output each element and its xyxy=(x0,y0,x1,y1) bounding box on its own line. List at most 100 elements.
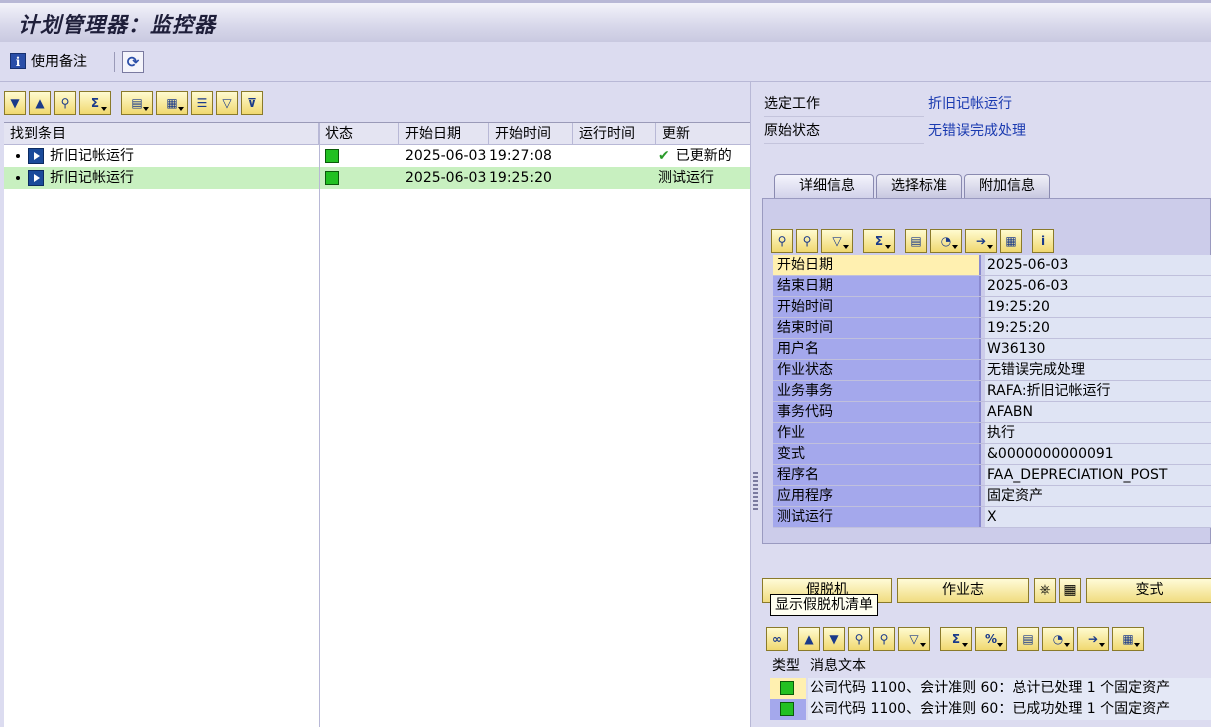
find-next-icon[interactable]: ⚲ xyxy=(796,229,818,253)
filter-icon[interactable]: ▽ xyxy=(821,229,853,253)
details-row: 结束日期 2025-06-03 xyxy=(773,276,1211,297)
layout-icon[interactable]: ▦ xyxy=(1112,627,1144,651)
detail-key: 作业状态 xyxy=(773,360,981,380)
selected-job-label: 选定工作 xyxy=(764,92,924,117)
col-header-type[interactable]: 类型 xyxy=(772,655,800,677)
details-row: 业务事务 RAFA:折旧记帐运行 xyxy=(773,381,1211,402)
layout-icon[interactable]: ▦ xyxy=(156,91,188,115)
tab-additional-info[interactable]: 附加信息 xyxy=(964,174,1050,198)
detail-value: X xyxy=(985,507,1211,527)
sort-asc-icon[interactable]: ▲ xyxy=(798,627,820,651)
details-row: 应用程序 固定资产 xyxy=(773,486,1211,507)
details-row: 变式 &0000000000091 xyxy=(773,444,1211,465)
refresh-icon[interactable]: ⟳ xyxy=(122,51,144,73)
tree-row[interactable]: 折旧记帐运行 2025-06-03 19:27:08 ✔ 已更新的 xyxy=(4,145,750,167)
window-title: 计划管理器：监控器 xyxy=(18,12,216,37)
step-icon[interactable]: ⎈ xyxy=(1034,578,1056,603)
detail-key: 测试运行 xyxy=(773,507,981,527)
info-icon[interactable]: i xyxy=(1032,229,1054,253)
job-tree: 找到条目 状态 开始日期 开始时间 运行时间 更新 折旧记帐运行 2025-06… xyxy=(4,122,750,727)
status-green-icon xyxy=(325,149,339,163)
bullet-icon xyxy=(16,154,20,158)
notes-button-label: 使用备注 xyxy=(31,54,87,70)
details-row: 结束时间 19:25:20 xyxy=(773,318,1211,339)
execute-icon xyxy=(28,148,44,164)
sum-icon[interactable]: Σ xyxy=(940,627,972,651)
tree-row-selected[interactable]: 折旧记帐运行 2025-06-03 19:25:20 测试运行 xyxy=(4,167,750,189)
glasses-icon[interactable]: ∞ xyxy=(766,627,788,651)
find-icon[interactable]: ⚲ xyxy=(771,229,793,253)
message-row[interactable]: 公司代码 1100、会计准则 60：已成功处理 1 个固定资产 xyxy=(770,699,1211,720)
variant-button-label: 变式 xyxy=(1135,582,1164,598)
detail-value: &0000000000091 xyxy=(985,444,1211,464)
column-divider xyxy=(319,123,320,727)
splitter-grip-icon[interactable] xyxy=(753,472,758,512)
sum-icon[interactable]: Σ xyxy=(863,229,895,253)
selected-job-value[interactable]: 折旧记帐运行 xyxy=(928,92,1012,116)
col-header-start-date[interactable]: 开始日期 xyxy=(399,123,489,145)
tree-header: 找到条目 状态 开始日期 开始时间 运行时间 更新 xyxy=(4,123,750,145)
print-icon[interactable]: ▤ xyxy=(905,229,927,253)
status-green-icon xyxy=(780,681,794,695)
collapse-all-icon[interactable]: ▲ xyxy=(29,91,51,115)
job-log-button[interactable]: 作业志 xyxy=(897,578,1029,603)
col-header-message-text[interactable]: 消息文本 xyxy=(810,655,866,677)
status-green-icon xyxy=(325,171,339,185)
start-time: 19:25:20 xyxy=(489,170,552,186)
delete-filter-icon[interactable]: ⊽ xyxy=(241,91,263,115)
print-icon[interactable]: ▤ xyxy=(1017,627,1039,651)
original-status-label: 原始状态 xyxy=(764,119,924,144)
tab-strip: 详细信息 选择标准 附加信息 xyxy=(774,174,1050,198)
col-header-entries[interactable]: 找到条目 xyxy=(4,123,319,145)
layout-icon[interactable]: ▦ xyxy=(1000,229,1022,253)
table-icon[interactable]: ▦ xyxy=(1059,578,1081,603)
detail-key: 事务代码 xyxy=(773,402,981,422)
detail-value: W36130 xyxy=(985,339,1211,359)
details-icon[interactable]: ☰ xyxy=(191,91,213,115)
update-status: 已更新的 xyxy=(675,148,732,164)
print-icon[interactable]: ▤ xyxy=(121,91,153,115)
export-icon[interactable]: ➔ xyxy=(1077,627,1109,651)
col-header-run-time[interactable]: 运行时间 xyxy=(573,123,656,145)
sort-desc-icon[interactable]: ▼ xyxy=(823,627,845,651)
details-toolbar: ⚲ ⚲ ▽ Σ ▤ ◔ ➔ ▦ i xyxy=(771,229,1054,253)
start-time: 19:27:08 xyxy=(489,148,552,164)
status-green-icon xyxy=(780,702,794,716)
col-header-start-time[interactable]: 开始时间 xyxy=(489,123,573,145)
views-icon[interactable]: ◔ xyxy=(1042,627,1074,651)
subtotal-icon[interactable]: % xyxy=(975,627,1007,651)
expand-all-icon[interactable]: ▼ xyxy=(4,91,26,115)
pane-splitter[interactable] xyxy=(750,82,760,727)
details-row: 开始日期 2025-06-03 xyxy=(773,255,1211,276)
detail-key: 开始时间 xyxy=(773,297,981,317)
filter-icon[interactable]: ▽ xyxy=(898,627,930,651)
detail-key: 应用程序 xyxy=(773,486,981,506)
find-next-icon[interactable]: ⚲ xyxy=(873,627,895,651)
col-header-status[interactable]: 状态 xyxy=(319,123,399,145)
tab-selection-criteria[interactable]: 选择标准 xyxy=(876,174,962,198)
details-row: 作业状态 无错误完成处理 xyxy=(773,360,1211,381)
find-icon[interactable]: ⚲ xyxy=(848,627,870,651)
original-status-value[interactable]: 无错误完成处理 xyxy=(928,119,1026,143)
find-icon[interactable]: ⚲ xyxy=(54,91,76,115)
detail-key: 程序名 xyxy=(773,465,981,485)
filter-icon[interactable]: ▽ xyxy=(216,91,238,115)
detail-pane: 选定工作 折旧记帐运行 原始状态 无错误完成处理 详细信息 选择标准 附加信息 … xyxy=(760,82,1211,727)
detail-value: 19:25:20 xyxy=(985,318,1211,338)
col-header-update[interactable]: 更新 xyxy=(656,123,750,145)
details-row: 作业 执行 xyxy=(773,423,1211,444)
job-name: 折旧记帐运行 xyxy=(50,170,134,186)
tab-details[interactable]: 详细信息 xyxy=(774,174,874,198)
details-row: 开始时间 19:25:20 xyxy=(773,297,1211,318)
job-log-button-label: 作业志 xyxy=(942,582,984,598)
message-text: 公司代码 1100、会计准则 60：总计已处理 1 个固定资产 xyxy=(808,678,1211,699)
info-icon: i xyxy=(10,53,26,69)
sum-icon[interactable]: Σ xyxy=(79,91,111,115)
variant-button[interactable]: 变式 xyxy=(1086,578,1211,603)
views-icon[interactable]: ◔ xyxy=(930,229,962,253)
notes-button[interactable]: i 使用备注 xyxy=(10,51,87,71)
message-text: 公司代码 1100、会计准则 60：已成功处理 1 个固定资产 xyxy=(808,699,1211,720)
message-row[interactable]: 公司代码 1100、会计准则 60：总计已处理 1 个固定资产 xyxy=(770,678,1211,699)
application-toolbar: i 使用备注 ⟳ xyxy=(0,42,1211,82)
export-icon[interactable]: ➔ xyxy=(965,229,997,253)
